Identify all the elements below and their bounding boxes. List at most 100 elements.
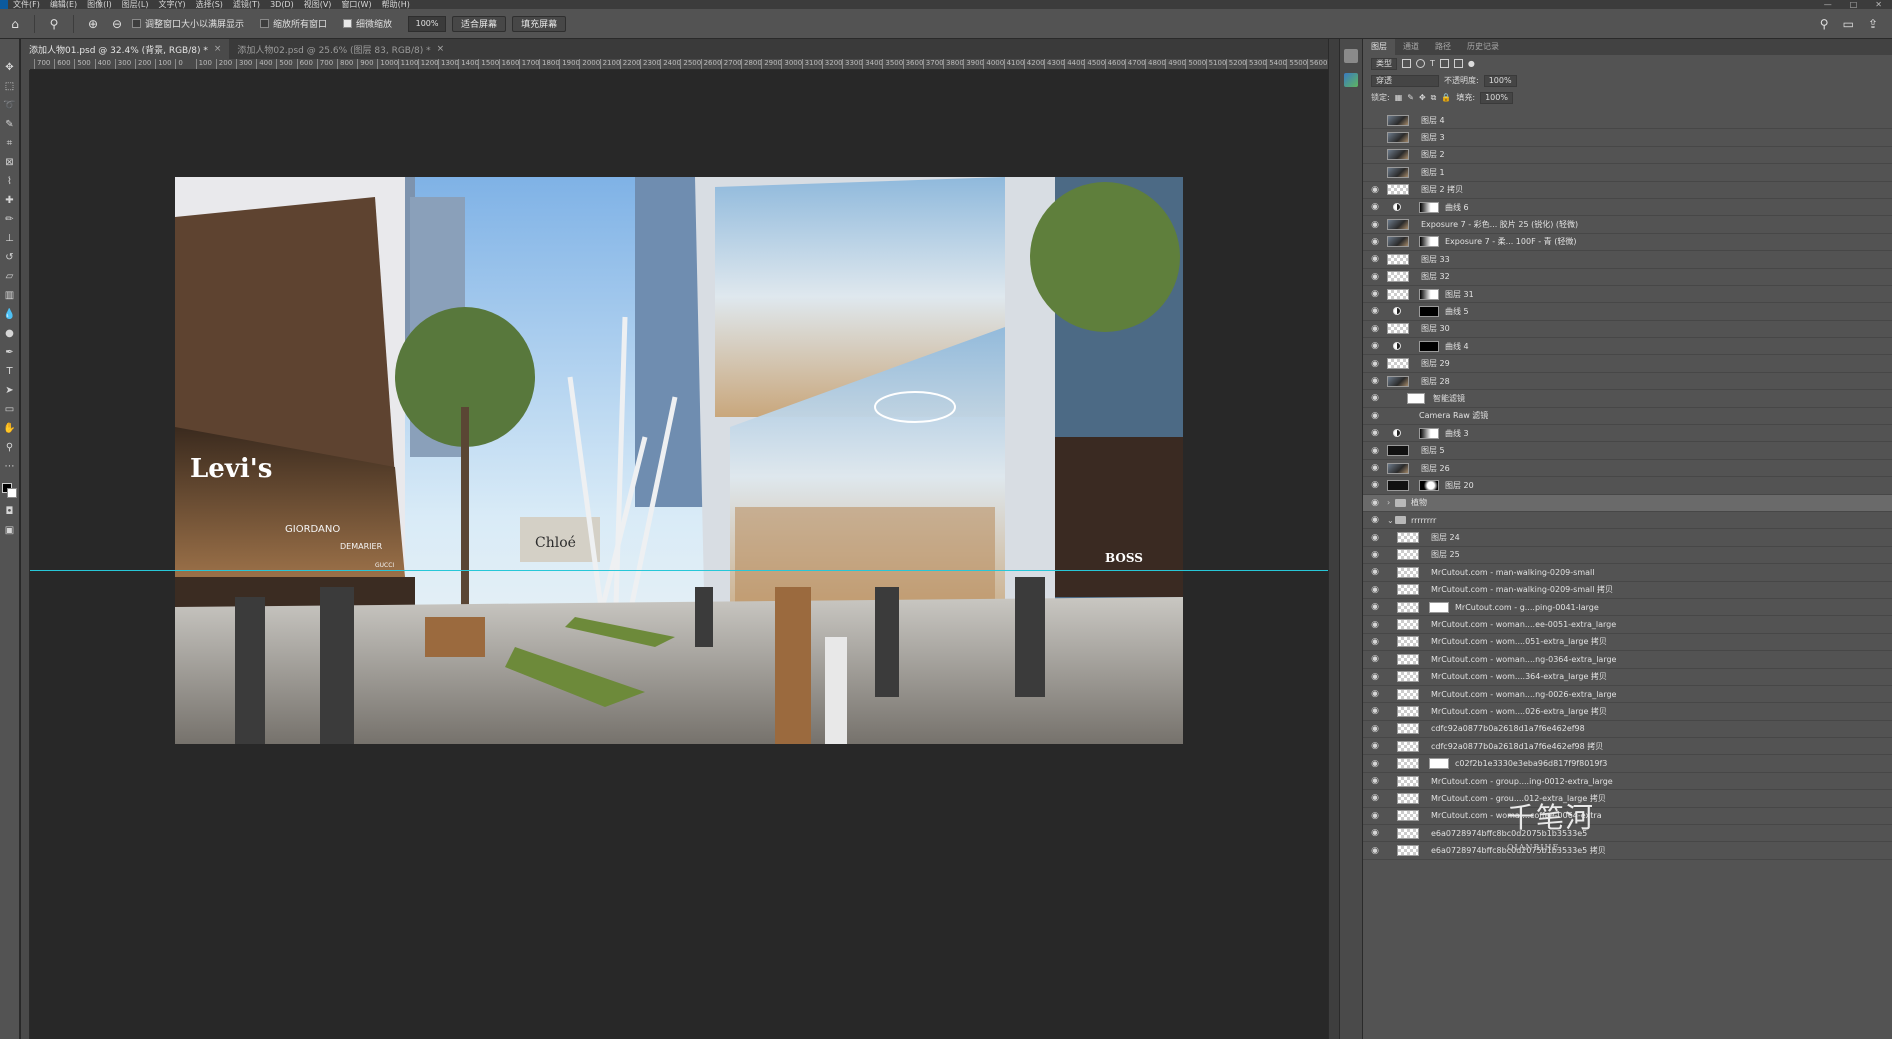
tab-paths[interactable]: 路径: [1427, 39, 1459, 55]
workspace-icon[interactable]: ▭: [1843, 17, 1854, 31]
vertical-ruler[interactable]: [21, 70, 30, 1039]
hand-tool-icon[interactable]: ✋: [3, 422, 17, 435]
resize-windows-checkbox[interactable]: 调整窗口大小以满屏显示: [132, 17, 244, 30]
close-tab-icon[interactable]: ×: [437, 44, 445, 54]
visibility-eye-icon[interactable]: ◉: [1369, 376, 1381, 386]
zoom-out-icon[interactable]: ⊖: [108, 15, 126, 33]
layer-thumbnail[interactable]: [1387, 219, 1409, 231]
layer-row[interactable]: ◉ MrCutout.com - woma....coffee-0064-extr…: [1363, 808, 1892, 826]
layer-row[interactable]: ◉ MrCutout.com - wom....026-extra_large 拷…: [1363, 703, 1892, 721]
group-expand-chevron-icon[interactable]: ›: [1387, 498, 1390, 507]
menu-help[interactable]: 帮助(H): [377, 0, 415, 9]
history-brush-tool-icon[interactable]: ↺: [3, 251, 17, 264]
visibility-eye-icon[interactable]: ◉: [1369, 672, 1381, 682]
layer-thumbnail[interactable]: [1387, 445, 1409, 457]
visibility-eye-icon[interactable]: ◉: [1369, 585, 1381, 595]
layer-row[interactable]: ◉ › 植物: [1363, 494, 1892, 512]
lock-transparent-icon[interactable]: ▦: [1395, 93, 1403, 102]
visibility-eye-icon[interactable]: ◉: [1369, 846, 1381, 856]
navigator-icon[interactable]: [1344, 73, 1358, 87]
layer-thumbnail[interactable]: [1397, 758, 1419, 770]
document-image[interactable]: Levi's GIORDANO DEMARIER GUCCI BOSS Chlo…: [175, 177, 1183, 744]
visibility-eye-icon[interactable]: ◉: [1369, 289, 1381, 299]
visibility-eye-icon[interactable]: ◉: [1369, 463, 1381, 473]
layer-row[interactable]: ◉ 图层 30: [1363, 321, 1892, 339]
checkbox-box[interactable]: [260, 19, 270, 28]
visibility-eye-icon[interactable]: ◉: [1369, 533, 1381, 543]
layer-mask-thumbnail[interactable]: [1419, 236, 1439, 248]
layer-thumbnail[interactable]: [1397, 792, 1419, 804]
type-tool-icon[interactable]: T: [3, 365, 17, 378]
color-swatches[interactable]: [1, 483, 18, 499]
layer-thumbnail[interactable]: [1387, 375, 1409, 387]
layer-mask-thumbnail[interactable]: [1419, 288, 1439, 300]
close-tab-icon[interactable]: ×: [214, 44, 222, 54]
horizontal-ruler[interactable]: 700 600 500 400 300 200 100 0 100 200 300 400 500 600…: [30, 59, 1328, 70]
layer-row[interactable]: ◉ e6a0728974bffc8bc0d2075b1b3533e5: [1363, 825, 1892, 843]
layer-mask-thumbnail[interactable]: [1419, 201, 1439, 213]
layer-thumbnail[interactable]: [1387, 236, 1409, 248]
layer-thumbnail[interactable]: [1397, 653, 1419, 665]
visibility-eye-icon[interactable]: ◉: [1369, 446, 1381, 456]
visibility-eye-icon[interactable]: ◉: [1369, 550, 1381, 560]
menu-file[interactable]: 文件(F): [8, 0, 45, 9]
layer-thumbnail[interactable]: [1387, 253, 1409, 265]
rectangle-tool-icon[interactable]: ▭: [3, 403, 17, 416]
layer-row[interactable]: ◉ 图层 25: [1363, 547, 1892, 565]
visibility-eye-icon[interactable]: ◉: [1369, 567, 1381, 577]
layer-thumbnail[interactable]: [1397, 549, 1419, 561]
layer-row[interactable]: ◉ MrCutout.com - woman....ng-0364-extra_l…: [1363, 651, 1892, 669]
zoom-all-windows-checkbox[interactable]: 缩放所有窗口: [260, 17, 327, 30]
visibility-eye-icon[interactable]: ◉: [1369, 185, 1381, 195]
layer-thumbnail[interactable]: [1387, 288, 1409, 300]
menu-select[interactable]: 选择(S): [191, 0, 228, 9]
crop-tool-icon[interactable]: ⌗: [3, 137, 17, 150]
visibility-eye-icon[interactable]: ◉: [1369, 220, 1381, 230]
layer-row[interactable]: ◉ MrCutout.com - man-walking-0209-small 拷…: [1363, 582, 1892, 599]
move-tool-icon[interactable]: ✥: [3, 61, 17, 74]
layer-row[interactable]: ◉ 图层 2 拷贝: [1363, 182, 1892, 199]
visibility-eye-icon[interactable]: ◉: [1369, 602, 1381, 612]
layer-row[interactable]: ◉ ⌄ rrrrrrrr: [1363, 512, 1892, 530]
visibility-eye-icon[interactable]: ◉: [1369, 428, 1381, 438]
lock-position-icon[interactable]: ✥: [1419, 93, 1426, 102]
layer-thumbnail[interactable]: [1397, 845, 1419, 857]
screen-mode-icon[interactable]: ▣: [3, 524, 17, 537]
zoom-in-icon[interactable]: ⊕: [84, 15, 102, 33]
layer-thumbnail[interactable]: [1387, 184, 1409, 196]
layer-row[interactable]: ◉ 图层 26: [1363, 460, 1892, 478]
maximize-button[interactable]: □: [1850, 0, 1858, 9]
tab-document-2[interactable]: 添加人物02.psd @ 25.6% (图层 83, RGB/8) * ×: [229, 39, 452, 59]
scrubby-zoom-checkbox[interactable]: 细微缩放: [343, 17, 392, 30]
menu-layer[interactable]: 图层(L): [117, 0, 154, 9]
layer-row[interactable]: ◉ MrCutout.com - group....ing-0012-extra_…: [1363, 773, 1892, 791]
smart-filter-thumbnail[interactable]: [1407, 392, 1425, 404]
visibility-eye-icon[interactable]: ◉: [1369, 498, 1381, 508]
dodge-tool-icon[interactable]: ●: [3, 327, 17, 340]
visibility-eye-icon[interactable]: ◉: [1369, 706, 1381, 716]
visibility-eye-icon[interactable]: ◉: [1369, 620, 1381, 630]
filter-shape-icon[interactable]: [1439, 59, 1449, 68]
layer-row[interactable]: ◉ Camera Raw 滤镜: [1363, 408, 1892, 426]
blend-mode-select[interactable]: 穿透: [1371, 74, 1439, 87]
close-window-button[interactable]: ✕: [1875, 0, 1882, 9]
layer-mask-thumbnail[interactable]: [1419, 479, 1439, 491]
layer-row[interactable]: ◉ 图层 31: [1363, 286, 1892, 304]
layer-row[interactable]: ◉ c02f2b1e3330e3eba96d817f9f8019f3: [1363, 755, 1892, 773]
minimize-button[interactable]: —: [1824, 0, 1832, 9]
visibility-eye-icon[interactable]: ◉: [1369, 341, 1381, 351]
zoom-tool-icon[interactable]: ⚲: [45, 15, 63, 33]
layer-thumbnail[interactable]: [1397, 532, 1419, 544]
visibility-eye-icon[interactable]: ◉: [1369, 759, 1381, 769]
layer-row[interactable]: ◉ Exposure 7 - 彩色... 胶片 25 (锐化) (轻微): [1363, 216, 1892, 234]
layer-thumbnail[interactable]: [1387, 323, 1409, 335]
visibility-eye-icon[interactable]: ◉: [1369, 306, 1381, 316]
gradient-tool-icon[interactable]: ▥: [3, 289, 17, 302]
visibility-eye-icon[interactable]: ◉: [1369, 724, 1381, 734]
visibility-eye-icon[interactable]: ◉: [1369, 689, 1381, 699]
visibility-eye-icon[interactable]: ◉: [1369, 393, 1381, 403]
layer-thumbnail[interactable]: [1387, 166, 1409, 178]
layer-row[interactable]: ◉ Exposure 7 - 柔... 100F - 青 (轻微): [1363, 234, 1892, 252]
layer-thumbnail[interactable]: [1397, 636, 1419, 648]
layer-row[interactable]: ◉ MrCutout.com - man-walking-0209-small: [1363, 564, 1892, 582]
